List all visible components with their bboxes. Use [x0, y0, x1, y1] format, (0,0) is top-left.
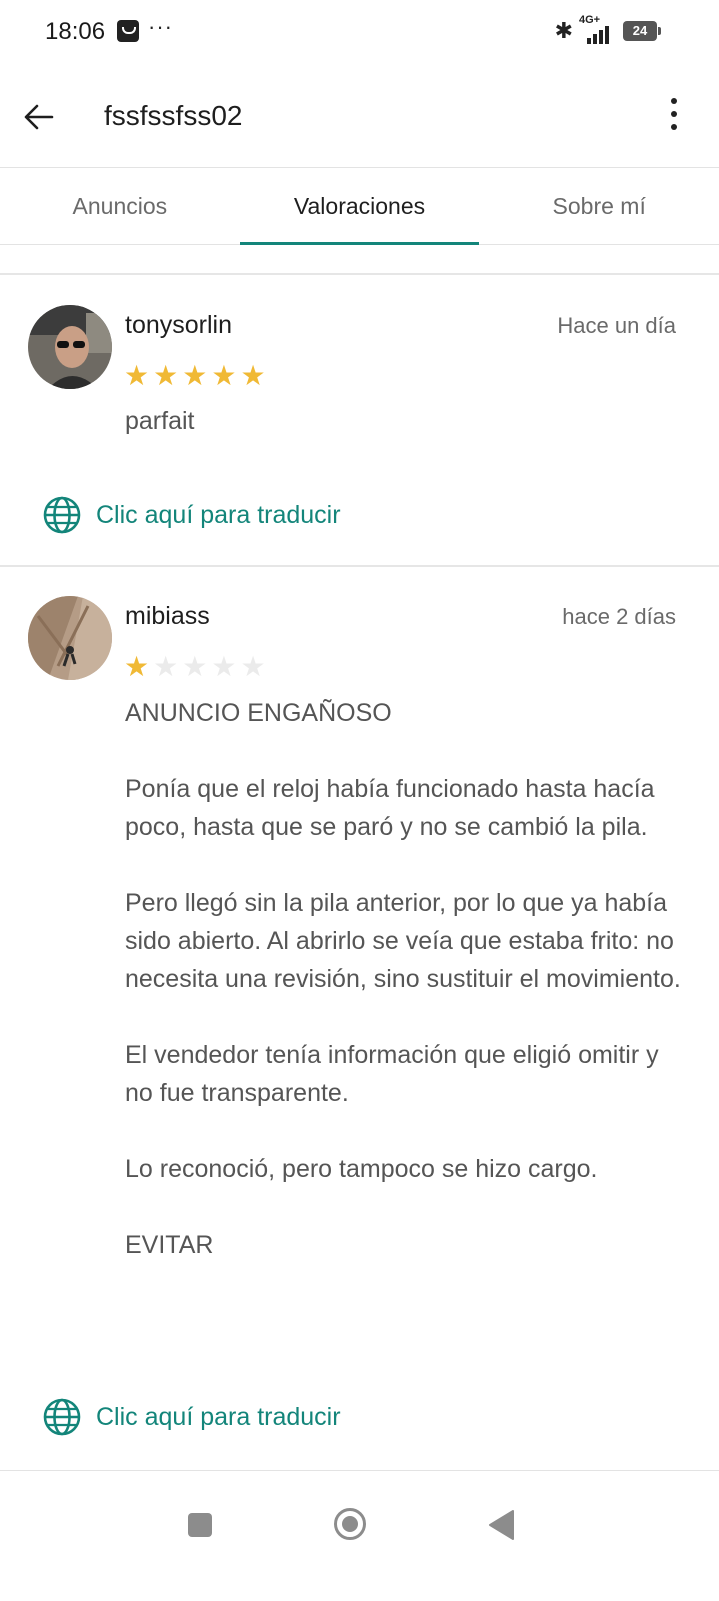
review-paragraph: ANUNCIO ENGAÑOSO — [125, 699, 392, 727]
notification-icon — [117, 20, 139, 42]
review-paragraph: Ponía que el reloj había funcionado hast… — [125, 775, 655, 841]
translate-label: Clic aquí para traducir — [96, 1402, 341, 1431]
avatar[interactable] — [28, 305, 112, 389]
star-rating: ★ ★ ★ ★ ★ — [124, 653, 266, 681]
globe-icon — [43, 496, 81, 534]
star-icon: ★ — [240, 360, 266, 391]
review-paragraph: Lo reconoció, pero tampoco se hizo cargo… — [125, 1155, 598, 1183]
review-paragraph: El vendedor tenía información que eligió… — [125, 1041, 659, 1107]
battery-level: 24 — [632, 23, 648, 38]
review-time: hace 2 días — [562, 604, 676, 629]
more-options-icon[interactable] — [669, 98, 679, 138]
tab-valoraciones[interactable]: Valoraciones — [239, 168, 480, 245]
network-type: 4G+ — [579, 14, 601, 26]
divider — [0, 273, 719, 275]
star-icon: ★ — [124, 651, 150, 682]
bluetooth-icon: ✱ — [554, 18, 573, 43]
battery-icon: 24 — [623, 21, 661, 41]
recents-icon[interactable] — [188, 1513, 212, 1537]
review-paragraph: parfait — [125, 407, 195, 435]
profile-tabs: Anuncios Valoraciones Sobre mí — [0, 167, 719, 245]
star-icon: ★ — [182, 651, 208, 682]
star-icon: ★ — [182, 360, 208, 391]
system-nav-bar — [0, 1470, 719, 1601]
star-icon: ★ — [124, 360, 150, 391]
globe-icon — [43, 1398, 81, 1436]
review-time: Hace un día — [557, 313, 676, 338]
star-icon: ★ — [211, 651, 237, 682]
star-icon: ★ — [211, 360, 237, 391]
translate-link[interactable]: Clic aquí para traducir — [42, 1397, 341, 1437]
page-title: fssfssfss02 — [104, 100, 243, 131]
reviewer-name[interactable]: tonysorlin — [125, 311, 232, 340]
star-icon: ★ — [153, 360, 179, 391]
tab-sobre-mi[interactable]: Sobre mí — [479, 168, 719, 244]
reviewer-name[interactable]: mibiass — [125, 602, 210, 631]
back-arrow-icon[interactable] — [22, 100, 56, 134]
translate-link[interactable]: Clic aquí para traducir — [42, 495, 341, 535]
tab-anuncios[interactable]: Anuncios — [0, 168, 240, 244]
review-text: ANUNCIO ENGAÑOSO Ponía que el reloj había… — [125, 694, 685, 1302]
signal-icon: 4G+ — [579, 14, 617, 44]
app-bar: fssfssfss02 — [0, 70, 719, 166]
status-bar: 18:06 ··· ✱ 4G+ 24 — [0, 0, 719, 64]
divider — [0, 565, 719, 567]
star-icon: ★ — [153, 651, 179, 682]
review-paragraph: EVITAR — [125, 1231, 214, 1259]
star-rating: ★ ★ ★ ★ ★ — [124, 362, 266, 390]
review-text: parfait — [125, 402, 685, 478]
home-icon[interactable] — [333, 1507, 367, 1541]
star-icon: ★ — [240, 651, 266, 682]
avatar[interactable] — [28, 596, 112, 680]
status-time: 18:06 — [45, 18, 106, 45]
back-triangle-icon[interactable] — [487, 1509, 515, 1541]
review-paragraph: Pero llegó sin la pila anterior, por lo … — [125, 889, 681, 993]
more-notifications-indicator: ··· — [148, 14, 173, 39]
translate-label: Clic aquí para traducir — [96, 500, 341, 529]
